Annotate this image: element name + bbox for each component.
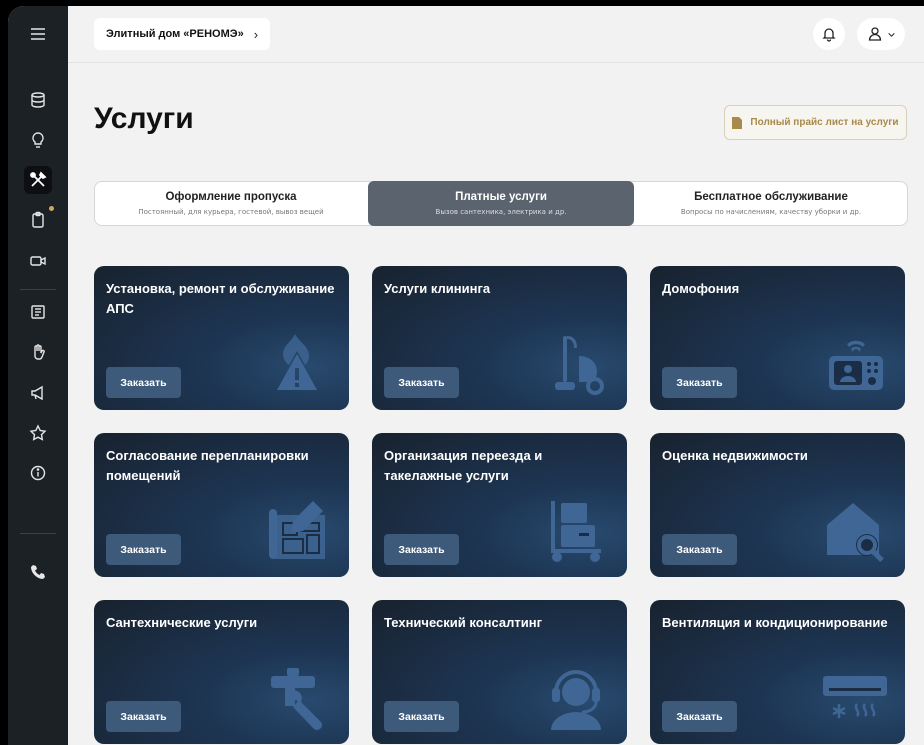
service-title: Оценка недвижимости <box>662 448 808 463</box>
sidebar-divider <box>20 533 56 534</box>
tab-paid-services[interactable]: Платные услуги Вызов сантехника, электри… <box>368 181 634 226</box>
service-card[interactable]: Организация переезда и такелажные услуги… <box>372 433 627 577</box>
moving-cart-icon <box>551 501 601 562</box>
menu-icon[interactable] <box>24 20 52 48</box>
breadcrumb-label: Элитный дом «РЕНОМЭ» <box>106 28 244 40</box>
order-button[interactable]: Заказать <box>106 534 181 565</box>
clipboard-icon[interactable] <box>24 206 52 234</box>
order-button[interactable]: Заказать <box>384 367 459 398</box>
service-title: Согласование перепланировки помещений <box>106 448 309 483</box>
database-icon[interactable] <box>24 86 52 114</box>
headset-operator-icon <box>551 670 601 730</box>
user-menu-button[interactable] <box>857 18 905 50</box>
page-title: Услуги <box>94 102 194 135</box>
service-tabs: Оформление пропуска Постоянный, для курь… <box>94 181 908 226</box>
video-camera-icon[interactable] <box>24 247 52 275</box>
service-card[interactable]: Согласование перепланировки помещений За… <box>94 433 349 577</box>
service-title: Домофония <box>662 281 740 296</box>
tab-label: Бесплатное обслуживание <box>694 191 848 203</box>
newspaper-icon[interactable] <box>24 298 52 326</box>
phone-icon[interactable] <box>24 558 52 586</box>
hand-icon[interactable] <box>24 338 52 366</box>
user-icon <box>868 27 881 41</box>
chevron-right-icon: › <box>253 26 259 42</box>
service-title: Установка, ремонт и обслуживание АПС <box>106 281 335 316</box>
air-conditioner-icon <box>823 676 887 718</box>
order-button[interactable]: Заказать <box>662 367 737 398</box>
service-card[interactable]: Услуги клининга Заказать <box>372 266 627 410</box>
service-card[interactable]: Вентиляция и кондиционирование Заказать <box>650 600 905 744</box>
notifications-button[interactable] <box>813 18 845 50</box>
fire-alarm-icon <box>277 334 317 390</box>
sidebar-divider <box>20 289 56 290</box>
sidebar <box>8 6 68 745</box>
service-title: Услуги клининга <box>384 281 491 296</box>
order-button[interactable]: Заказать <box>662 701 737 732</box>
tab-label: Платные услуги <box>455 191 547 203</box>
order-button[interactable]: Заказать <box>106 367 181 398</box>
tab-pass[interactable]: Оформление пропуска Постоянный, для курь… <box>95 182 367 225</box>
service-card[interactable]: Оценка недвижимости Заказать <box>650 433 905 577</box>
service-card[interactable]: Технический консалтинг Заказать <box>372 600 627 744</box>
tab-free-service[interactable]: Бесплатное обслуживание Вопросы по начис… <box>635 182 907 225</box>
service-title: Организация переезда и такелажные услуги <box>384 448 543 483</box>
chevron-down-icon <box>887 32 895 37</box>
order-button[interactable]: Заказать <box>662 534 737 565</box>
service-card[interactable]: Установка, ремонт и обслуживание АПС Зак… <box>94 266 349 410</box>
breadcrumb[interactable]: Элитный дом «РЕНОМЭ» › <box>94 18 271 50</box>
order-button[interactable]: Заказать <box>384 701 459 732</box>
vacuum-cleaner-icon <box>555 336 604 395</box>
price-list-button[interactable]: Полный прайс лист на услуги <box>724 105 907 140</box>
notification-dot <box>49 206 54 211</box>
bell-icon <box>822 28 836 42</box>
order-button[interactable]: Заказать <box>384 534 459 565</box>
info-icon[interactable] <box>24 459 52 487</box>
blueprint-icon <box>269 501 325 559</box>
service-title: Технический консалтинг <box>384 615 542 630</box>
tab-label: Оформление пропуска <box>165 191 297 203</box>
intercom-icon <box>829 340 883 390</box>
plumbing-wrench-icon <box>271 668 322 730</box>
house-search-icon <box>827 503 884 563</box>
tab-subtitle: Постоянный, для курьера, гостевой, вывоз… <box>138 208 324 216</box>
lightbulb-icon[interactable] <box>24 126 52 154</box>
service-title: Вентиляция и кондиционирование <box>662 615 888 630</box>
tools-icon[interactable] <box>24 166 52 194</box>
app-frame: Элитный дом «РЕНОМЭ» › Услуги Полный пра… <box>8 6 924 745</box>
price-list-label: Полный прайс лист на услуги <box>750 117 899 128</box>
tab-subtitle: Вызов сантехника, электрика и др. <box>435 208 567 216</box>
megaphone-icon[interactable] <box>24 379 52 407</box>
service-title: Сантехнические услуги <box>106 615 258 630</box>
document-icon <box>732 116 743 129</box>
tab-subtitle: Вопросы по начислениям, качеству уборки … <box>680 208 862 216</box>
star-icon[interactable] <box>24 419 52 447</box>
service-card[interactable]: Сантехнические услуги Заказать <box>94 600 349 744</box>
service-card[interactable]: Домофония Заказать <box>650 266 905 410</box>
order-button[interactable]: Заказать <box>106 701 181 732</box>
top-bar: Элитный дом «РЕНОМЭ» › <box>68 6 924 63</box>
